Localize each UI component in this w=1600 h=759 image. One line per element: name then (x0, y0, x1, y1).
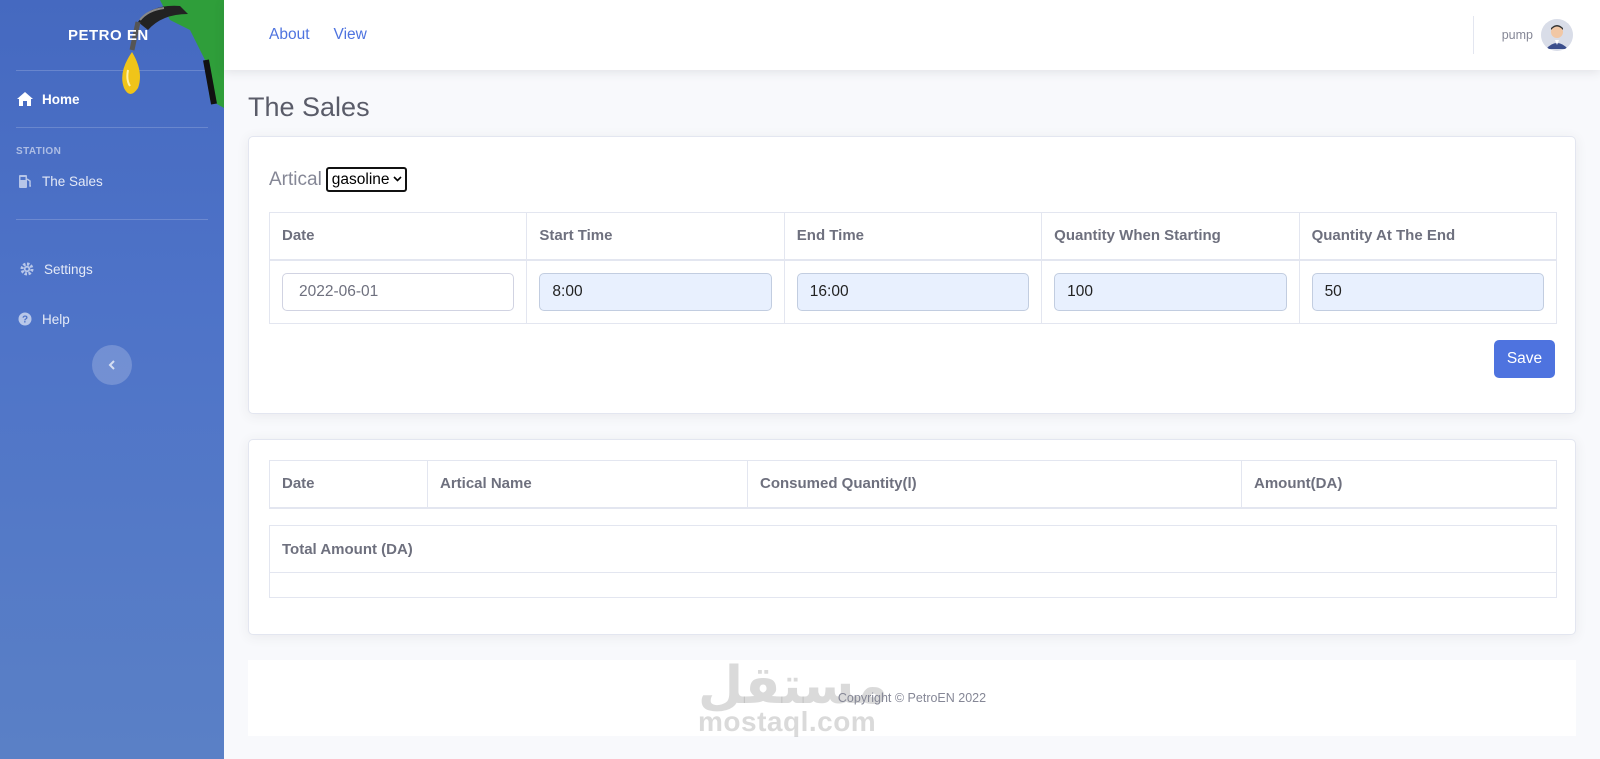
sales-entry-card: Artical gasoline Date Start Time End Tim… (248, 136, 1576, 414)
sidebar: PETRO EN Home STATION The Sales Settings (0, 0, 224, 759)
gear-icon (18, 260, 36, 278)
sidebar-item-settings[interactable]: Settings (0, 220, 224, 308)
topbar-divider (1472, 16, 1474, 54)
sidebar-item-label: The Sales (42, 173, 103, 189)
user-menu[interactable]: pump (1472, 0, 1600, 70)
column-header: Date (269, 460, 428, 509)
nav-link-about[interactable]: About (269, 26, 310, 44)
sidebar-item-label: Settings (44, 261, 93, 277)
table-row: 2022-06-01 8:00 16:00 100 50 (268, 259, 1558, 324)
total-amount-label: Total Amount (DA) (269, 525, 1557, 573)
quantity-end-input[interactable]: 50 (1311, 272, 1544, 311)
column-header: Consumed Quantity(l) (747, 460, 1242, 509)
end-time-input[interactable]: 16:00 (796, 272, 1030, 311)
chevron-left-icon (108, 357, 116, 373)
topbar: About View pump (224, 0, 1600, 70)
table-cell: 2022-06-01 (268, 259, 528, 324)
avatar (1541, 19, 1573, 51)
column-header: Start Time (526, 212, 785, 261)
table-cell: 100 (1041, 259, 1300, 324)
start-time-input[interactable]: 8:00 (539, 272, 772, 311)
sidebar-item-sales[interactable]: The Sales (0, 157, 224, 205)
svg-text:?: ? (22, 315, 28, 326)
column-header: Quantity At The End (1298, 212, 1558, 261)
column-header: Amount(DA) (1241, 460, 1557, 509)
nav-link-view[interactable]: View (334, 26, 367, 44)
total-amount-value (269, 572, 1557, 598)
table-header-row: Date Artical Name Consumed Quantity(l) A… (269, 460, 1557, 509)
table-header-row: Date Start Time End Time Quantity When S… (268, 212, 1558, 261)
sidebar-item-help[interactable]: ? Help (0, 308, 224, 330)
column-header: Artical Name (427, 460, 748, 509)
sidebar-item-label: Help (42, 311, 70, 327)
table-cell: 50 (1298, 259, 1558, 324)
user-name: pump (1501, 28, 1533, 42)
home-icon (16, 90, 34, 108)
sidebar-brand[interactable]: PETRO EN (0, 0, 224, 108)
sidebar-toggle-button[interactable] (92, 345, 132, 385)
date-input[interactable]: 2022-06-01 (282, 272, 515, 311)
watermark-latin: mostaql.com (698, 706, 877, 737)
artical-select-value: gasoline (331, 170, 390, 188)
table-header-row: Total Amount (DA) (269, 525, 1557, 573)
chevron-down-icon (392, 174, 402, 185)
column-header: Date (268, 212, 528, 261)
table-cell: 8:00 (526, 259, 785, 324)
quantity-start-input[interactable]: 100 (1054, 272, 1287, 311)
fuel-nozzle-logo (122, 0, 224, 108)
footer: مستقل mostaql.com Copyright © PetroEN 20… (248, 656, 1576, 737)
gas-pump-icon (16, 172, 34, 190)
total-table: Total Amount (DA) (269, 525, 1557, 598)
table-row (269, 572, 1557, 598)
question-circle-icon: ? (16, 310, 34, 328)
sidebar-item-label: Home (42, 91, 80, 107)
table-cell: 16:00 (783, 259, 1043, 324)
artical-label: Artical (269, 168, 322, 190)
brand-title: PETRO EN (68, 26, 149, 44)
artical-select[interactable]: gasoline (325, 167, 407, 192)
column-header: Quantity When Starting (1041, 212, 1300, 261)
entry-table: Date Start Time End Time Quantity When S… (268, 212, 1558, 324)
artical-selector: Artical gasoline (269, 167, 407, 192)
sidebar-heading: STATION (16, 146, 62, 157)
save-button[interactable]: Save (1494, 340, 1555, 378)
column-header: End Time (783, 212, 1043, 261)
sales-table: Date Artical Name Consumed Quantity(l) A… (269, 460, 1557, 509)
sales-list-card: Date Artical Name Consumed Quantity(l) A… (248, 439, 1576, 635)
page-title: The Sales (248, 92, 370, 122)
copyright-text: Copyright © PetroEN 2022 (837, 691, 987, 705)
watermark-arabic: مستقل (698, 656, 889, 716)
